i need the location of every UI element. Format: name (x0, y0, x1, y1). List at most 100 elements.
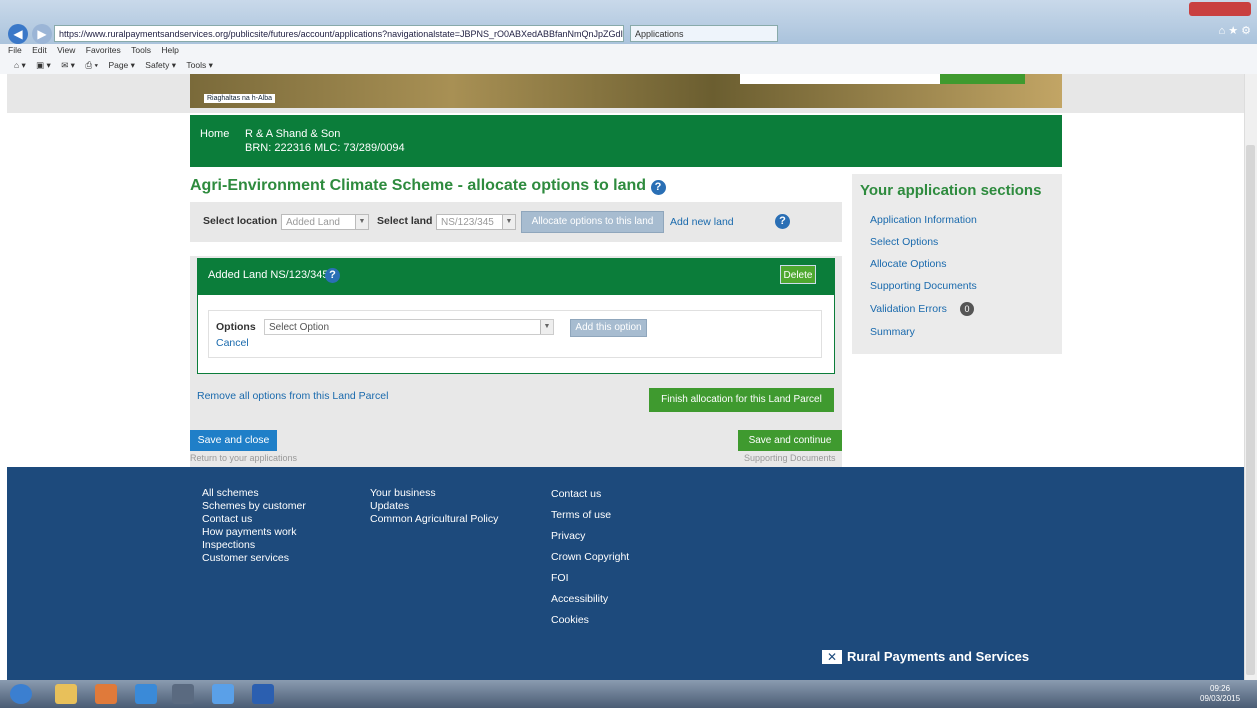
help-icon[interactable]: ? (325, 268, 340, 283)
page-title-text: Agri-Environment Climate Scheme - alloca… (190, 177, 647, 194)
sidebar-item-supporting-documents[interactable]: Supporting Documents (870, 280, 977, 292)
tab-applications[interactable]: Applications (630, 25, 778, 42)
sidebar-item-validation-errors[interactable]: Validation Errors (870, 303, 947, 315)
save-continue-button[interactable]: Save and continue (738, 430, 842, 451)
select-land-value: NS/123/345 (441, 217, 494, 228)
word-icon[interactable] (252, 684, 274, 704)
footer-link[interactable]: Contact us (202, 513, 252, 525)
ie-icon[interactable] (135, 684, 157, 704)
footer-link[interactable]: Contact us (551, 488, 601, 500)
home-icon[interactable]: ⌂ ▾ (14, 60, 26, 70)
header-banner: Riaghaltas na h-Alba (190, 74, 1062, 108)
outlook-icon[interactable] (95, 684, 117, 704)
remove-all-options-link[interactable]: Remove all options from this Land Parcel (197, 390, 388, 402)
save-close-subtext: Return to your applications (190, 453, 298, 463)
print-icon[interactable]: ⎙ ▾ (85, 60, 98, 70)
gov-logo[interactable]: Riaghaltas na h-Alba (204, 94, 275, 103)
site-footer: All schemes Schemes by customer Contact … (7, 467, 1244, 680)
explorer-icon[interactable] (55, 684, 77, 704)
help-icon[interactable]: ? (775, 214, 790, 229)
back-icon[interactable]: ◀ (8, 24, 28, 44)
menu-tools[interactable]: Tools (131, 45, 151, 55)
select-location-value: Added Land (286, 217, 340, 228)
select-land-dropdown[interactable]: NS/123/345 ▼ (436, 214, 516, 230)
land-panel-header: Added Land NS/123/345 ? Delete (197, 258, 835, 294)
brn-line: BRN: 222316 MLC: 73/289/0094 (245, 142, 405, 154)
sidebar-title: Your application sections (860, 182, 1042, 199)
land-panel-title: Added Land NS/123/345 (208, 269, 329, 281)
save-continue-subtext: Supporting Documents (744, 453, 836, 463)
footer-link[interactable]: Your business (370, 487, 436, 499)
chevron-down-icon: ▼ (355, 215, 368, 229)
footer-link[interactable]: Schemes by customer (202, 500, 306, 512)
system-clock[interactable]: 09:26 09/03/2015 (1200, 684, 1240, 704)
footer-link[interactable]: Updates (370, 500, 409, 512)
application-sections: Your application sections Application In… (852, 174, 1062, 354)
sidebar-item-summary[interactable]: Summary (870, 326, 915, 338)
footer-link[interactable]: Privacy (551, 530, 585, 542)
sidebar-item-allocate-options[interactable]: Allocate Options (870, 258, 946, 270)
save-close-button[interactable]: Save and close (190, 430, 277, 451)
menu-file[interactable]: File (8, 45, 22, 55)
help-icon[interactable]: ? (650, 180, 666, 195)
clock-date: 09/03/2015 (1200, 694, 1241, 703)
options-select-value: Select Option (269, 322, 330, 333)
footer-link[interactable]: FOI (551, 572, 569, 584)
footer-link[interactable]: Terms of use (551, 509, 611, 521)
select-location-dropdown[interactable]: Added Land ▼ (281, 214, 369, 230)
footer-link[interactable]: Inspections (202, 539, 255, 551)
cancel-link[interactable]: Cancel (216, 337, 249, 349)
menu-view[interactable]: View (57, 45, 75, 55)
forward-icon[interactable]: ▶ (32, 24, 52, 44)
footer-link[interactable]: All schemes (202, 487, 259, 499)
window-controls[interactable] (1189, 2, 1251, 16)
home-link[interactable]: Home (200, 128, 229, 140)
footer-link[interactable]: Crown Copyright (551, 551, 629, 563)
menu-help[interactable]: Help (161, 45, 178, 55)
start-icon[interactable] (10, 684, 32, 704)
address-bar[interactable]: https://www.ruralpaymentsandservices.org… (54, 25, 624, 42)
sidebar-item-select-options[interactable]: Select Options (870, 236, 938, 248)
footer-link[interactable]: Common Agricultural Policy (370, 513, 498, 525)
select-land-label: Select land (377, 215, 433, 227)
finish-allocation-button[interactable]: Finish allocation for this Land Parcel (649, 388, 834, 412)
chevron-down-icon: ▼ (540, 320, 553, 334)
add-new-land-link[interactable]: Add new land (670, 216, 734, 228)
footer-link[interactable]: How payments work (202, 526, 297, 538)
search-button[interactable] (940, 74, 1025, 84)
page-title: Agri-Environment Climate Scheme - alloca… (190, 177, 666, 195)
validation-count-badge: 0 (960, 302, 974, 316)
ie-active-icon[interactable] (212, 684, 234, 704)
delete-button[interactable]: Delete (780, 265, 816, 284)
options-select[interactable]: Select Option ▼ (264, 319, 554, 335)
clock-time: 09:26 (1210, 684, 1231, 693)
options-row: Options Select Option ▼ Add this option … (208, 310, 822, 358)
search-input[interactable] (740, 74, 940, 84)
customer-bar: Home R & A Shand & Son BRN: 222316 MLC: … (190, 115, 1062, 167)
footer-link[interactable]: Customer services (202, 552, 289, 564)
safety-menu[interactable]: Safety ▾ (145, 60, 176, 70)
mail-icon[interactable]: ✉ ▾ (61, 60, 75, 70)
tools-menu[interactable]: Tools ▾ (186, 60, 212, 70)
business-name: R & A Shand & Son (245, 128, 341, 140)
page-viewport: Riaghaltas na h-Alba Home R & A Shand & … (0, 74, 1244, 680)
menu-bar: File Edit View Favorites Tools Help (0, 44, 1257, 57)
allocate-options-button[interactable]: Allocate options to this land (521, 211, 664, 233)
footer-link[interactable]: Accessibility (551, 593, 608, 605)
menu-favorites[interactable]: Favorites (86, 45, 121, 55)
command-bar: ⌂ ▾ ▣ ▾ ✉ ▾ ⎙ ▾ Page ▾ Safety ▾ Tools ▾ (0, 57, 1257, 75)
options-label: Options (216, 321, 256, 333)
page-menu[interactable]: Page ▾ (108, 60, 134, 70)
sidebar-item-application-information[interactable]: Application Information (870, 214, 977, 226)
feeds-icon[interactable]: ▣ ▾ (36, 60, 51, 70)
app-icon[interactable] (172, 684, 194, 704)
scrollbar-thumb[interactable] (1246, 145, 1255, 675)
selection-bar: Select location Added Land ▼ Select land… (190, 202, 842, 242)
add-option-button[interactable]: Add this option (570, 319, 647, 337)
home-star-gear-icons[interactable]: ⌂ ★ ⚙ (1219, 24, 1251, 37)
chevron-down-icon: ▼ (502, 215, 515, 229)
saltire-icon: ✕ (822, 650, 842, 664)
footer-link[interactable]: Cookies (551, 614, 589, 626)
menu-edit[interactable]: Edit (32, 45, 47, 55)
footer-brand[interactable]: Rural Payments and Services (847, 649, 1029, 664)
